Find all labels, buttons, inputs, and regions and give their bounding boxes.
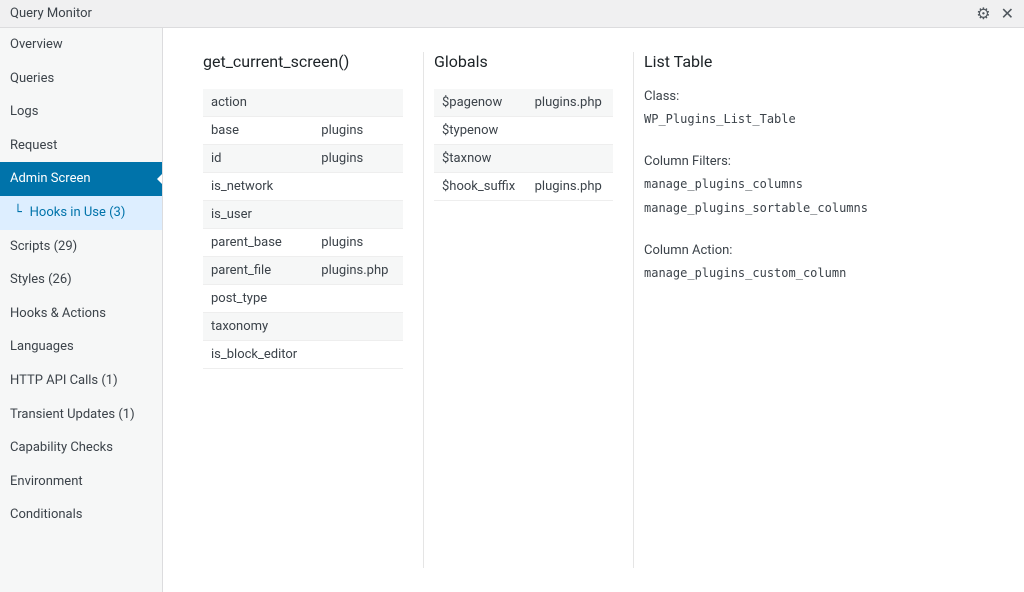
table-row: $taxnow (434, 145, 613, 173)
value-cell: plugins.php (313, 257, 403, 285)
key-cell: action (203, 89, 313, 117)
key-cell: taxonomy (203, 313, 313, 341)
key-cell: post_type (203, 285, 313, 313)
screen-table: actionbasepluginsidpluginsis_networkis_u… (203, 89, 403, 369)
sidebar-item[interactable]: Capability Checks (0, 431, 162, 465)
sidebar-item[interactable]: Overview (0, 28, 162, 62)
panel-heading: Globals (434, 52, 613, 71)
value-cell (313, 173, 403, 201)
table-row: is_network (203, 173, 403, 201)
table-row: is_block_editor (203, 341, 403, 369)
sidebar-item[interactable]: HTTP API Calls (1) (0, 364, 162, 398)
titlebar-title: Query Monitor (10, 6, 976, 21)
titlebar: Query Monitor ⚙ ✕ (0, 0, 1024, 28)
sidebar: OverviewQueriesLogsRequestAdmin ScreenHo… (0, 28, 163, 592)
table-row: $hook_suffixplugins.php (434, 173, 613, 201)
sidebar-item[interactable]: Environment (0, 465, 162, 499)
class-label: Class: (644, 89, 984, 104)
class-value: WP_Plugins_List_Table (644, 112, 984, 126)
screen-panel: get_current_screen() actionbasepluginsid… (193, 52, 413, 568)
panel-heading: get_current_screen() (203, 52, 403, 71)
value-cell (313, 89, 403, 117)
action-value: manage_plugins_custom_column (644, 266, 984, 280)
table-row: is_user (203, 201, 403, 229)
list-table-panel: List Table Class: WP_Plugins_List_Table … (633, 52, 994, 568)
value-cell (313, 341, 403, 369)
table-row: idplugins (203, 145, 403, 173)
key-cell: id (203, 145, 313, 173)
panel-heading: List Table (644, 52, 984, 71)
table-row: taxonomy (203, 313, 403, 341)
sidebar-item[interactable]: Admin Screen (0, 162, 162, 196)
sidebar-item[interactable]: Languages (0, 330, 162, 364)
key-cell: $typenow (434, 117, 527, 145)
close-icon[interactable]: ✕ (1001, 6, 1014, 22)
key-cell: $pagenow (434, 89, 527, 117)
action-label: Column Action: (644, 243, 984, 258)
key-cell: parent_file (203, 257, 313, 285)
table-row: action (203, 89, 403, 117)
sidebar-item[interactable]: Request (0, 129, 162, 163)
sidebar-item[interactable]: Hooks in Use (3) (0, 196, 162, 230)
key-cell: is_user (203, 201, 313, 229)
sidebar-item[interactable]: Transient Updates (1) (0, 398, 162, 432)
key-cell: $hook_suffix (434, 173, 527, 201)
table-row: $typenow (434, 117, 613, 145)
sidebar-item[interactable]: Queries (0, 62, 162, 96)
filters-label: Column Filters: (644, 154, 984, 169)
value-cell (527, 117, 613, 145)
value-cell: plugins (313, 117, 403, 145)
value-cell (313, 285, 403, 313)
sidebar-item[interactable]: Hooks & Actions (0, 297, 162, 331)
value-cell: plugins (313, 229, 403, 257)
sidebar-item[interactable]: Logs (0, 95, 162, 129)
value-cell (527, 145, 613, 173)
key-cell: is_block_editor (203, 341, 313, 369)
value-cell: plugins.php (527, 89, 613, 117)
value-cell: plugins.php (527, 173, 613, 201)
key-cell: parent_base (203, 229, 313, 257)
globals-panel: Globals $pagenowplugins.php$typenow$taxn… (423, 52, 623, 568)
table-row: parent_baseplugins (203, 229, 403, 257)
main: get_current_screen() actionbasepluginsid… (163, 28, 1024, 592)
table-row: $pagenowplugins.php (434, 89, 613, 117)
table-row: parent_fileplugins.php (203, 257, 403, 285)
sidebar-item[interactable]: Scripts (29) (0, 230, 162, 264)
titlebar-actions: ⚙ ✕ (976, 6, 1014, 22)
globals-table: $pagenowplugins.php$typenow$taxnow$hook_… (434, 89, 613, 201)
sidebar-item[interactable]: Conditionals (0, 498, 162, 532)
filter-value: manage_plugins_sortable_columns (644, 201, 984, 215)
key-cell: base (203, 117, 313, 145)
value-cell (313, 201, 403, 229)
sidebar-item[interactable]: Styles (26) (0, 263, 162, 297)
key-cell: is_network (203, 173, 313, 201)
table-row: post_type (203, 285, 403, 313)
settings-icon[interactable]: ⚙ (976, 6, 990, 22)
table-row: baseplugins (203, 117, 403, 145)
filter-value: manage_plugins_columns (644, 177, 984, 191)
value-cell (313, 313, 403, 341)
content: OverviewQueriesLogsRequestAdmin ScreenHo… (0, 28, 1024, 592)
value-cell: plugins (313, 145, 403, 173)
key-cell: $taxnow (434, 145, 527, 173)
